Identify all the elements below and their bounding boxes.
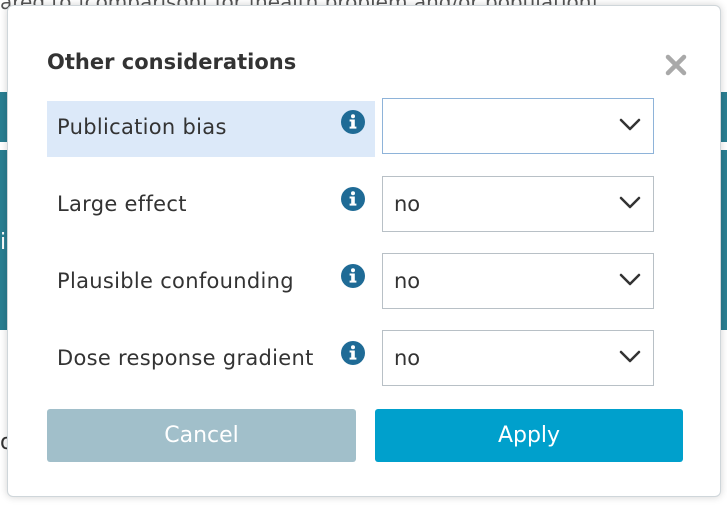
background-partial-text: i xyxy=(0,230,7,255)
large-effect-label: Large effect xyxy=(57,192,187,216)
dose-response-gradient-value: no xyxy=(394,346,421,370)
apply-button[interactable]: Apply xyxy=(375,409,683,462)
plausible-confounding-select[interactable]: no xyxy=(382,253,654,309)
close-icon[interactable] xyxy=(663,52,689,78)
publication-bias-select[interactable] xyxy=(382,98,654,154)
row-publication-bias: Publication bias xyxy=(47,101,375,157)
info-icon[interactable] xyxy=(341,264,365,288)
row-dose-response-gradient: Dose response gradient xyxy=(47,332,375,388)
plausible-confounding-label: Plausible confounding xyxy=(57,269,294,293)
dose-response-gradient-select[interactable]: no xyxy=(382,330,654,386)
info-icon[interactable] xyxy=(341,341,365,365)
cancel-button[interactable]: Cancel xyxy=(47,409,356,462)
chevron-down-icon xyxy=(619,118,641,131)
dose-response-gradient-label: Dose response gradient xyxy=(57,346,314,370)
chevron-down-icon xyxy=(619,273,641,286)
info-icon[interactable] xyxy=(341,110,365,134)
large-effect-value: no xyxy=(394,192,421,216)
plausible-confounding-value: no xyxy=(394,269,421,293)
publication-bias-label: Publication bias xyxy=(57,115,227,139)
other-considerations-dialog: Other considerations Publication bias La… xyxy=(7,5,721,497)
dialog-title: Other considerations xyxy=(47,50,297,74)
row-large-effect: Large effect xyxy=(47,178,375,234)
chevron-down-icon xyxy=(619,350,641,363)
row-plausible-confounding: Plausible confounding xyxy=(47,255,375,311)
info-icon[interactable] xyxy=(341,187,365,211)
chevron-down-icon xyxy=(619,196,641,209)
large-effect-select[interactable]: no xyxy=(382,176,654,232)
